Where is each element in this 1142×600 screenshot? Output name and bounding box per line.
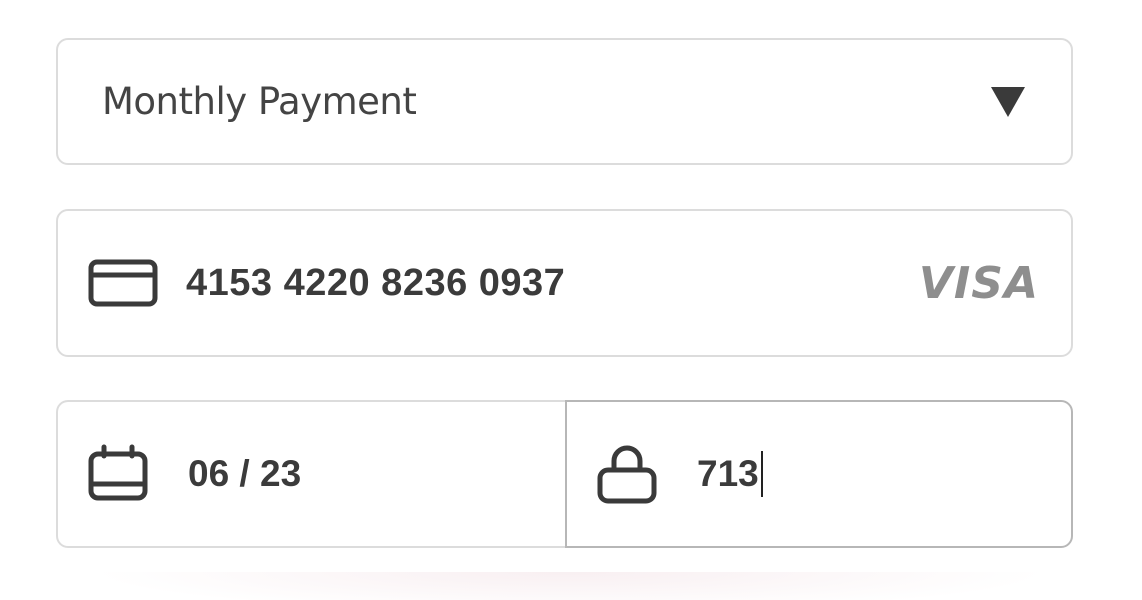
card-brand-logo: VISA xyxy=(918,257,1039,309)
text-cursor xyxy=(760,451,763,497)
shadow-decoration xyxy=(90,572,1050,600)
expiry-date-value[interactable]: 06 / 23 xyxy=(188,453,301,495)
payment-plan-select[interactable]: Monthly Payment xyxy=(56,38,1073,165)
cvc-field[interactable]: 713 xyxy=(565,400,1073,548)
credit-card-icon xyxy=(88,259,158,307)
card-number-value[interactable]: 4153 4220 8236 0937 xyxy=(186,262,919,305)
calendar-icon xyxy=(88,444,148,501)
cvc-value[interactable]: 713 xyxy=(697,453,759,495)
lock-icon xyxy=(597,445,657,504)
card-number-field[interactable]: 4153 4220 8236 0937 VISA xyxy=(56,209,1073,357)
expiry-cvc-row: 06 / 23 713 xyxy=(56,400,1073,548)
triangle-down-icon[interactable] xyxy=(991,86,1025,117)
payment-plan-selected-value: Monthly Payment xyxy=(102,80,417,123)
expiry-date-field[interactable]: 06 / 23 xyxy=(56,400,565,548)
